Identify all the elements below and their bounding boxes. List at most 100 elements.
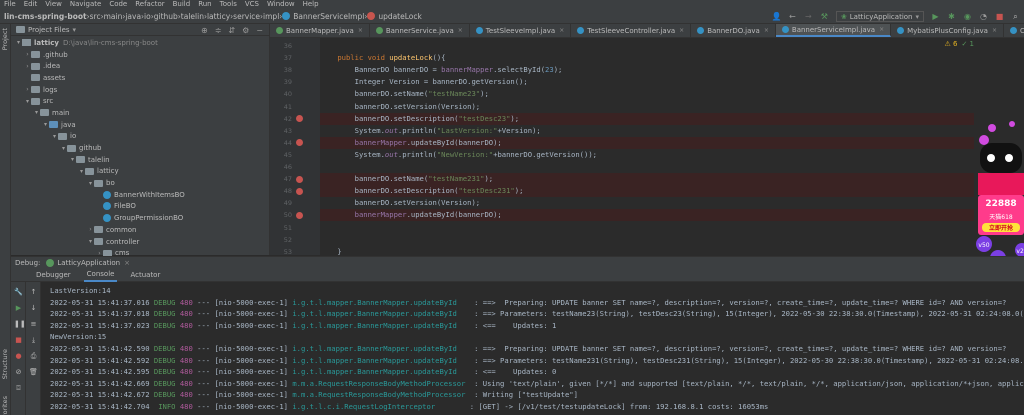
coverage-icon[interactable]: ◉ (963, 12, 972, 21)
locate-icon[interactable]: ⊕ (201, 26, 208, 35)
breadcrumb-item[interactable]: lin-cms-spring-boot (4, 12, 87, 21)
resume-icon[interactable]: ▶ (14, 304, 23, 313)
breadcrumb-item[interactable]: java (125, 12, 141, 21)
minimize-icon[interactable]: − (256, 26, 263, 35)
breadcrumb-item[interactable]: main (104, 12, 123, 21)
collapse-all-icon[interactable]: ≑ (215, 26, 222, 35)
tree-item[interactable]: ▾ io (11, 131, 270, 143)
console-output[interactable]: LastVersion:14 2022-05-31 15:41:37.016 DE… (42, 282, 1024, 415)
tab-console[interactable]: Console (83, 268, 118, 282)
menu-item-navigate[interactable]: Navigate (70, 0, 101, 9)
debug-session-tab[interactable]: LatticyApplication × (46, 258, 130, 267)
breadcrumb-item[interactable]: updateLock (367, 12, 422, 21)
tree-item[interactable]: FileBO (11, 201, 270, 213)
expand-arrow-icon[interactable]: ▾ (87, 180, 94, 187)
breadcrumb-item[interactable]: talelin (181, 12, 204, 21)
breakpoint-icon[interactable] (296, 187, 303, 195)
tree-item[interactable]: ▾ main (11, 107, 270, 119)
editor-tab[interactable]: BannerServiceImpl.java × (775, 24, 892, 37)
soft-wrap-icon[interactable]: ≡ (29, 320, 38, 329)
tree-item[interactable]: ▾ talelin (11, 154, 270, 166)
expand-arrow-icon[interactable]: ▾ (78, 168, 85, 175)
inspection-widget[interactable]: ⚠ 6 ✓ 1 (944, 40, 974, 48)
tab-debugger[interactable]: Debugger (33, 268, 74, 282)
profile-icon[interactable]: ◔ (979, 12, 988, 21)
expand-arrow-icon[interactable]: › (24, 86, 31, 93)
scroll-to-end-icon[interactable]: ⤓ (29, 336, 38, 345)
close-icon[interactable]: × (458, 27, 463, 34)
editor-tab[interactable]: BannerDO.java × (691, 24, 776, 37)
run-configuration-selector[interactable]: ❀ LatticyApplication ▾ (835, 11, 924, 22)
expand-arrow-icon[interactable]: ▾ (51, 133, 58, 140)
tree-item[interactable]: ▾ bo (11, 177, 270, 189)
favorites-tool-window-label[interactable]: Favorites (1, 396, 9, 415)
close-icon[interactable]: × (559, 27, 564, 34)
close-icon[interactable]: × (992, 27, 997, 34)
expand-arrow-icon[interactable]: › (87, 226, 94, 233)
code-editor[interactable]: public void updateLock(){ BannerDO banne… (320, 38, 974, 256)
menu-item-file[interactable]: File (4, 0, 16, 9)
menu-item-edit[interactable]: Edit (24, 0, 38, 9)
forward-arrow-icon[interactable]: → (804, 12, 813, 21)
breakpoint-icon[interactable] (296, 139, 303, 147)
project-view-selector[interactable]: Project Files ▾ (16, 26, 76, 34)
camera-icon[interactable]: ⌼ (14, 384, 23, 393)
editor-tab[interactable]: BannerMapper.java × (270, 24, 370, 37)
debug-icon[interactable]: ✱ (947, 12, 956, 21)
gear-icon[interactable]: ⚙ (242, 26, 249, 35)
expand-arrow-icon[interactable]: › (24, 63, 31, 70)
stop-icon[interactable]: ■ (14, 336, 23, 345)
user-icon[interactable]: 👤 (772, 12, 782, 21)
menu-item-view[interactable]: View (45, 0, 62, 9)
search-icon[interactable]: ⌕ (1011, 12, 1020, 21)
tree-item[interactable]: BannerWithItemsBO (11, 189, 270, 201)
menu-item-help[interactable]: Help (303, 0, 319, 9)
editor-tab[interactable]: TestSleeveImpl.java × (470, 24, 572, 37)
view-breakpoints-icon[interactable]: ● (14, 352, 23, 361)
expand-all-icon[interactable]: ⇵ (228, 26, 235, 35)
run-icon[interactable]: ▶ (931, 12, 940, 21)
tree-item[interactable]: › logs (11, 84, 270, 96)
close-icon[interactable]: × (879, 26, 884, 33)
up-arrow-icon[interactable]: ↑ (29, 288, 38, 297)
expand-arrow-icon[interactable]: ▾ (24, 98, 31, 105)
expand-arrow-icon[interactable]: ▾ (15, 39, 22, 46)
breadcrumb-item[interactable]: src (90, 12, 101, 21)
build-hammer-icon[interactable]: ⚒ (820, 12, 829, 21)
tree-item[interactable]: ▾ latticy D:\java\lin-cms-spring-boot (11, 37, 270, 49)
mute-breakpoints-icon[interactable]: ⊘ (14, 368, 23, 377)
structure-tool-window-label[interactable]: Structure (1, 349, 9, 379)
tree-item[interactable]: › .idea (11, 60, 270, 72)
tree-item[interactable]: › .github (11, 49, 270, 61)
tree-item[interactable]: › common (11, 224, 270, 236)
back-arrow-icon[interactable]: ← (788, 12, 797, 21)
expand-arrow-icon[interactable]: › (24, 51, 31, 58)
down-arrow-icon[interactable]: ↓ (29, 304, 38, 313)
menu-item-code[interactable]: Code (109, 0, 127, 9)
menu-item-run[interactable]: Run (198, 0, 211, 9)
menu-item-vcs[interactable]: VCS (245, 0, 259, 9)
trash-icon[interactable]: 🗑 (29, 368, 38, 377)
tree-item[interactable]: ▾ java (11, 119, 270, 131)
tree-item[interactable]: assets (11, 72, 270, 84)
breakpoint-icon[interactable] (296, 115, 303, 123)
pause-icon[interactable]: ❚❚ (14, 320, 26, 329)
editor-tab[interactable]: BannerService.java × (370, 24, 470, 37)
close-icon[interactable]: × (124, 259, 130, 267)
tree-item[interactable]: GroupPermissionBO (11, 212, 270, 224)
close-icon[interactable]: × (679, 27, 684, 34)
tab-actuator[interactable]: Actuator (127, 268, 163, 282)
wrench-icon[interactable]: 🔧 (14, 288, 23, 297)
editor-tab[interactable]: MybatisPlusConfig.java × (891, 24, 1004, 37)
breakpoint-icon[interactable] (296, 211, 303, 219)
tree-item[interactable]: ▾ github (11, 142, 270, 154)
breadcrumb-item[interactable]: latticy (207, 12, 230, 21)
project-tool-window-label[interactable]: Project (1, 28, 9, 50)
breadcrumb-item[interactable]: BannerServiceImpl (282, 12, 364, 21)
stop-icon[interactable]: ■ (995, 12, 1004, 21)
expand-arrow-icon[interactable]: ▾ (33, 109, 40, 116)
breakpoint-icon[interactable] (296, 175, 303, 183)
print-icon[interactable]: ⎙ (29, 352, 38, 361)
breadcrumb-item[interactable]: github (154, 12, 178, 21)
menu-item-tools[interactable]: Tools (220, 0, 237, 9)
